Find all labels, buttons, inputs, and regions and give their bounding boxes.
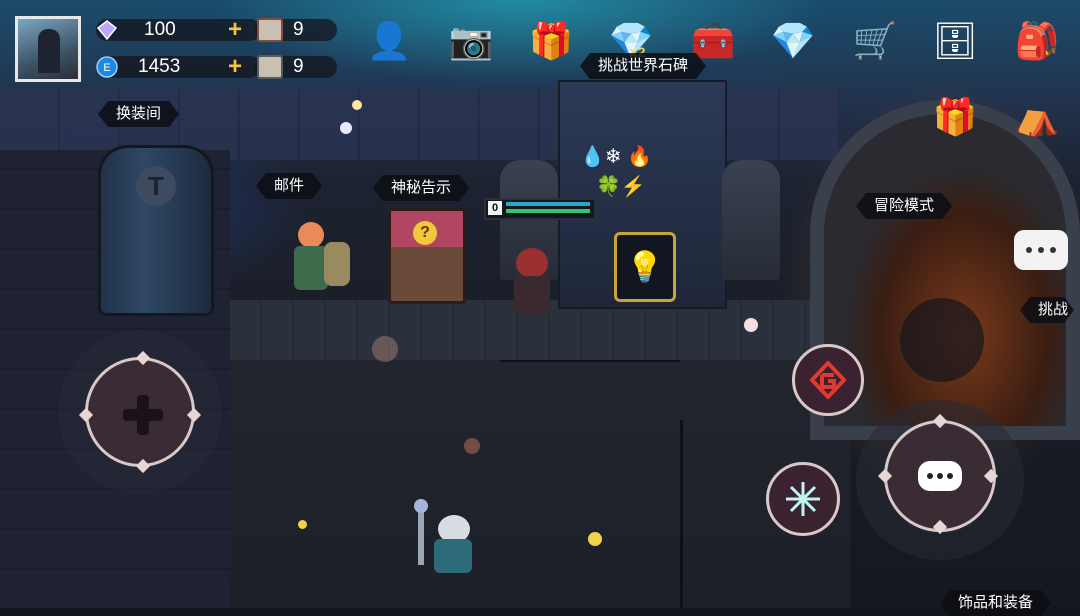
add-energy-button[interactable]: + xyxy=(228,55,242,79)
sparkle xyxy=(744,318,758,332)
joystick-marker xyxy=(135,458,151,474)
shield-bar xyxy=(506,202,590,206)
energy-box-value: 9 xyxy=(293,56,304,77)
joystick-knob[interactable] xyxy=(78,350,202,474)
fire-rune-icon xyxy=(809,361,847,399)
movement-joystick[interactable] xyxy=(58,330,222,494)
wardrobe-label: 换装间 xyxy=(98,101,179,127)
speech-bubble-icon xyxy=(918,461,962,491)
energy-box-counter: 9 xyxy=(255,55,337,79)
gem-box-counter: 9 xyxy=(255,18,337,42)
attack-marker xyxy=(983,468,999,484)
shield-counter: 0 xyxy=(488,201,502,215)
sparkle xyxy=(352,100,362,110)
camp-tent-icon[interactable]: ⛺ xyxy=(1010,90,1064,144)
shirt-icon: T xyxy=(136,166,176,206)
attack-marker xyxy=(932,413,948,429)
attack-button[interactable] xyxy=(856,400,1024,560)
mystery-notice-label: 神秘告示 xyxy=(373,175,469,201)
gem-box-value: 9 xyxy=(293,19,304,40)
attack-ring xyxy=(877,413,999,535)
player-character xyxy=(414,499,478,580)
challenge-side-label: 挑战 xyxy=(1020,297,1074,323)
mail-npc[interactable] xyxy=(290,222,352,294)
fire-skill-button[interactable] xyxy=(792,344,864,416)
adventure-mode-label: 冒险模式 xyxy=(856,193,952,219)
lightbulb-icon[interactable]: 💡 xyxy=(614,232,676,302)
shopping-cart-icon[interactable]: 🛒 xyxy=(848,14,902,68)
gift-box-icon[interactable]: 🎁 xyxy=(524,14,578,68)
challenge-stone-label: 挑战世界石碑 xyxy=(580,53,706,79)
sparkle xyxy=(372,336,398,362)
svg-text:E: E xyxy=(103,62,110,74)
diamond-icon xyxy=(96,20,118,41)
element-runes-2: 🍀⚡ xyxy=(596,176,646,198)
sparkle xyxy=(340,122,352,134)
chat-icon[interactable] xyxy=(1014,230,1068,270)
camera-icon[interactable]: 📷 xyxy=(444,14,498,68)
accessories-label: 饰品和装备 xyxy=(940,590,1051,616)
character-icon[interactable]: 👤 xyxy=(362,14,416,68)
joystick-marker xyxy=(186,407,202,423)
snowflake-icon xyxy=(786,482,820,516)
ice-skill-button[interactable] xyxy=(766,462,840,536)
gem-value: 100 xyxy=(144,19,176,40)
question-coin-icon: ? xyxy=(413,221,437,245)
player-avatar[interactable] xyxy=(15,16,81,82)
blue-coin-icon: E xyxy=(96,56,118,78)
sparkle xyxy=(588,532,602,546)
inventory-stack-icon[interactable]: 🗄 xyxy=(928,14,982,68)
purple-gift-icon[interactable]: 🎁 xyxy=(928,90,982,144)
floor-crack xyxy=(680,420,683,608)
challenge-stone-tablet[interactable]: 💧❄ 🔥 🍀⚡ 💡 xyxy=(558,80,727,309)
hooded-npc[interactable] xyxy=(508,248,558,318)
joystick-marker xyxy=(78,407,94,423)
mail-label: 邮件 xyxy=(256,173,322,199)
gift-crate-icon xyxy=(257,18,283,42)
add-gems-button[interactable]: + xyxy=(228,18,242,42)
top-hud: 100 + 9 E 1453 + 9 👤 📷 🎁 💎 x2 🧰 💎 🛒 🗄 🎒 … xyxy=(0,0,1080,137)
floor-crack xyxy=(500,360,680,362)
wardrobe-capsule[interactable]: T xyxy=(98,145,214,316)
attack-marker xyxy=(932,519,948,535)
dash-button[interactable] xyxy=(900,298,984,382)
sparkle xyxy=(298,520,307,529)
element-runes: 💧❄ 🔥 xyxy=(580,146,653,168)
joystick-marker xyxy=(135,350,151,366)
dpad-cross-icon xyxy=(123,395,163,435)
npc-status-bar: 0 xyxy=(484,198,596,220)
material-crate-icon xyxy=(257,55,283,79)
energy-value: 1453 xyxy=(138,56,181,77)
health-bar xyxy=(506,209,590,213)
stone-statue-right xyxy=(722,160,780,280)
mystery-notice-board[interactable]: ? xyxy=(388,208,466,304)
sparkle xyxy=(464,438,480,454)
gem-plus-icon[interactable]: 💎 xyxy=(766,14,820,68)
attack-marker xyxy=(877,468,893,484)
backpack-icon[interactable]: 🎒 xyxy=(1010,14,1064,68)
